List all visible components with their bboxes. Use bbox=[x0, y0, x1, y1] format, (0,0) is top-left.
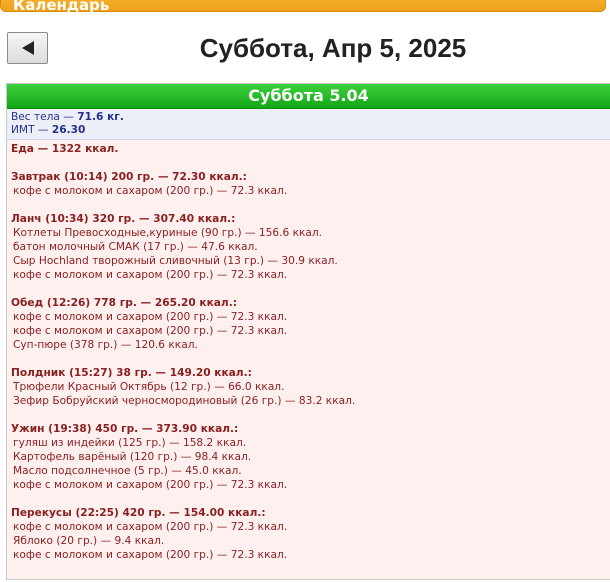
meal-title: Обед (12:26) 778 гр. — 265.20 ккал.: bbox=[11, 297, 237, 309]
meal-item: гуляш из индейки (125 гр.) — 158.2 ккал. bbox=[13, 437, 247, 449]
previous-day-button[interactable] bbox=[7, 32, 48, 64]
app-title-bar: Календарь bbox=[0, 0, 606, 14]
meal-item: кофе с молоком и сахаром (200 гр.) — 72.… bbox=[13, 269, 288, 281]
weight-value: 71.6 кг. bbox=[77, 111, 124, 123]
meal-item: Картофель варёный (120 гр.) — 98.4 ккал. bbox=[13, 451, 252, 463]
meal-block: Ланч (10:34) 320 гр. — 307.40 ккал.: Котл… bbox=[11, 212, 606, 282]
meal-item: кофе с молоком и сахаром (200 гр.) — 72.… bbox=[13, 549, 288, 561]
meal-title: Полдник (15:27) 38 гр. — 149.20 ккал.: bbox=[11, 367, 252, 379]
body-stats: Вес тела — 71.6 кг. ИМТ — 26.30 bbox=[7, 109, 610, 140]
meal-item: кофе с молоком и сахаром (200 гр.) — 72.… bbox=[13, 325, 288, 337]
meal-item: батон молочный СМАК (17 гр.) — 47.6 ккал… bbox=[13, 241, 258, 253]
food-log: Еда — 1322 ккал. Завтрак (10:14) 200 гр.… bbox=[7, 140, 610, 562]
day-panel: Суббота 5.04 Вес тела — 71.6 кг. ИМТ — 2… bbox=[6, 83, 610, 580]
meal-item: Суп-пюре (378 гр.) — 120.6 ккал. bbox=[13, 339, 198, 351]
meal-block: Полдник (15:27) 38 гр. — 149.20 ккал.: Тр… bbox=[11, 366, 606, 408]
meal-item: кофе с молоком и сахаром (200 гр.) — 72.… bbox=[13, 521, 288, 533]
meal-item: Сыр Hochland творожный сливочный (13 гр.… bbox=[13, 255, 338, 267]
meal-item: кофе с молоком и сахаром (200 гр.) — 72.… bbox=[13, 479, 288, 491]
meal-title: Ланч (10:34) 320 гр. — 307.40 ккал.: bbox=[11, 213, 236, 225]
meal-title: Перекусы (22:25) 420 гр. — 154.00 ккал.: bbox=[11, 507, 266, 519]
meal-item: Зефир Бобруйский черносмородиновый (26 г… bbox=[13, 395, 356, 407]
meal-item: Котлеты Превосходные,куриные (90 гр.) — … bbox=[13, 227, 323, 239]
weight-label: Вес тела — bbox=[11, 111, 78, 123]
bmi-value: 26.30 bbox=[51, 124, 86, 136]
day-header: Суббота 5.04 bbox=[7, 84, 610, 109]
meal-block: Обед (12:26) 778 гр. — 265.20 ккал.: кофе… bbox=[11, 296, 606, 352]
food-total: Еда — 1322 ккал. bbox=[11, 143, 119, 155]
calendar-page: Календарь Суббота, Апр 5, 2025 Суббота 5… bbox=[0, 0, 610, 582]
meal-list: Завтрак (10:14) 200 гр. — 72.30 ккал.: ко… bbox=[11, 170, 606, 562]
app-title: Календарь bbox=[13, 0, 110, 14]
meal-item: Трюфели Красный Октябрь (12 гр.) — 66.0 … bbox=[13, 381, 285, 393]
meal-item: Масло подсолнечное (5 гр.) — 45.0 ккал. bbox=[13, 465, 242, 477]
meal-title: Завтрак (10:14) 200 гр. — 72.30 ккал.: bbox=[11, 171, 247, 183]
bmi-label: ИМТ — bbox=[11, 124, 52, 136]
arrow-left-icon bbox=[21, 41, 34, 55]
meal-block: Перекусы (22:25) 420 гр. — 154.00 ккал.:… bbox=[11, 506, 606, 562]
meal-item: кофе с молоком и сахаром (200 гр.) — 72.… bbox=[13, 185, 288, 197]
meal-item: кофе с молоком и сахаром (200 гр.) — 72.… bbox=[13, 311, 288, 323]
meal-block: Завтрак (10:14) 200 гр. — 72.30 ккал.: ко… bbox=[11, 170, 606, 198]
meal-item: Яблоко (20 гр.) — 9.4 ккал. bbox=[13, 535, 165, 547]
meal-block: Ужин (19:38) 450 гр. — 373.90 ккал.: гуля… bbox=[11, 422, 606, 492]
date-title: Суббота, Апр 5, 2025 bbox=[199, 33, 467, 63]
meal-title: Ужин (19:38) 450 гр. — 373.90 ккал.: bbox=[11, 423, 239, 435]
weight-row: Вес тела — 71.6 кг. bbox=[11, 111, 606, 124]
bmi-row: ИМТ — 26.30 bbox=[11, 124, 606, 137]
